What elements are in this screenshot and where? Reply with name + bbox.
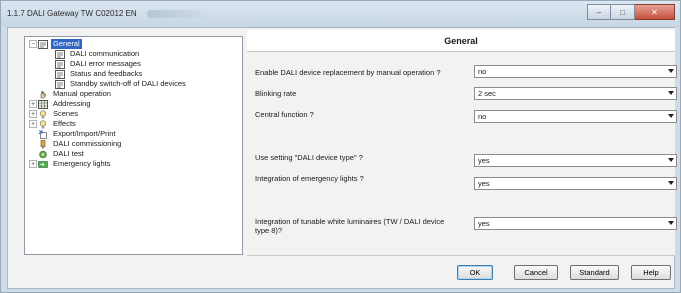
- tree-item-addressing[interactable]: + Addressing: [27, 99, 242, 109]
- tree-item-label: Addressing: [53, 99, 91, 108]
- tree-item-label: Export/Import/Print: [53, 129, 116, 138]
- parameter-panel: General Enable DALI device replacement b…: [247, 28, 677, 255]
- tree-item-label: DALI test: [53, 149, 84, 158]
- settings-page-icon: [55, 49, 65, 59]
- settings-page-icon: [55, 79, 65, 89]
- tree-item-label: DALI communication: [70, 49, 140, 58]
- test-icon: [38, 150, 48, 159]
- panel-title: General: [247, 30, 675, 52]
- param-value: yes: [478, 179, 490, 188]
- tree-item-label: General: [51, 39, 82, 49]
- commissioning-icon: [38, 139, 48, 149]
- grid-address-icon: [38, 99, 48, 109]
- general-settings-icon: [38, 39, 48, 49]
- tree-item-standby-switch-off[interactable]: Standby switch-off of DALI devices: [27, 79, 242, 89]
- ok-button[interactable]: OK: [457, 265, 493, 280]
- tree-item-label: Emergency lights: [53, 159, 111, 168]
- param-value: 2 sec: [478, 89, 496, 98]
- chevron-down-icon: [668, 221, 674, 225]
- title-bar[interactable]: 1.1.7 DALI Gateway TW C02012 EN – □ ✕: [1, 1, 680, 27]
- chevron-down-icon: [668, 158, 674, 162]
- window-title: 1.1.7 DALI Gateway TW C02012 EN: [7, 9, 137, 18]
- param-select[interactable]: yes: [474, 154, 677, 167]
- tree-item-dali-communication[interactable]: DALI communication: [27, 49, 242, 59]
- chevron-down-icon: [668, 181, 674, 185]
- expand-icon[interactable]: +: [29, 110, 37, 118]
- tree-item-label: Standby switch-off of DALI devices: [70, 79, 186, 88]
- maximize-button[interactable]: □: [611, 4, 635, 20]
- tree-item-label: Status and feedbacks: [70, 69, 143, 78]
- expand-icon[interactable]: +: [29, 100, 37, 108]
- tree-item-effects[interactable]: + Effects: [27, 119, 242, 129]
- tree-item-general[interactable]: − General: [27, 39, 242, 49]
- param-value: no: [478, 67, 487, 76]
- tree-item-export-import-print[interactable]: Export/Import/Print: [27, 129, 242, 139]
- param-label: Use setting "DALI device type" ?: [255, 153, 363, 162]
- param-label: Integration of emergency lights ?: [255, 174, 364, 183]
- close-button[interactable]: ✕: [635, 4, 675, 20]
- expand-icon[interactable]: +: [29, 160, 37, 168]
- minimize-button[interactable]: –: [587, 4, 611, 20]
- param-label: Enable DALI device replacement by manual…: [255, 68, 441, 77]
- chevron-down-icon: [668, 69, 674, 73]
- param-value: yes: [478, 156, 490, 165]
- tree-item-emergency-lights[interactable]: + Emergency lights: [27, 159, 242, 169]
- export-icon: [38, 130, 48, 139]
- tree-item-label: Scenes: [53, 109, 79, 118]
- param-value: no: [478, 112, 487, 121]
- tree-item-label: Effects: [53, 119, 76, 128]
- chevron-down-icon: [668, 91, 674, 95]
- help-button[interactable]: Help: [631, 265, 671, 280]
- lamp-icon: [38, 109, 48, 119]
- param-select[interactable]: yes: [474, 217, 677, 230]
- parameter-tree[interactable]: − General DALI communication DALI error …: [24, 36, 243, 255]
- tree-item-manual-operation[interactable]: Manual operation: [27, 89, 242, 99]
- param-select[interactable]: 2 sec: [474, 87, 677, 100]
- settings-page-icon: [55, 69, 65, 79]
- param-value: yes: [478, 219, 490, 228]
- param-label: Integration of tunable white luminaires …: [255, 217, 445, 235]
- settings-page-icon: [55, 59, 65, 69]
- tree-item-status-feedbacks[interactable]: Status and feedbacks: [27, 69, 242, 79]
- emergency-light-icon: [38, 160, 48, 169]
- title-blur: [147, 10, 209, 18]
- param-label: Blinking rate: [255, 89, 297, 98]
- dialog-client: − General DALI communication DALI error …: [7, 27, 677, 289]
- expand-icon[interactable]: +: [29, 120, 37, 128]
- tree-item-dali-error-messages[interactable]: DALI error messages: [27, 59, 242, 69]
- param-select[interactable]: no: [474, 110, 677, 123]
- tree-item-dali-commissioning[interactable]: DALI commissioning: [27, 139, 242, 149]
- tree-item-dali-test[interactable]: DALI test: [27, 149, 242, 159]
- param-label: Central function ?: [255, 110, 314, 119]
- dialog-window: 1.1.7 DALI Gateway TW C02012 EN – □ ✕ − …: [0, 0, 681, 293]
- param-select[interactable]: yes: [474, 177, 677, 190]
- tree-item-label: Manual operation: [53, 89, 111, 98]
- standard-button[interactable]: Standard: [570, 265, 619, 280]
- chevron-down-icon: [668, 114, 674, 118]
- collapse-icon[interactable]: −: [29, 40, 37, 48]
- tree-item-scenes[interactable]: + Scenes: [27, 109, 242, 119]
- tree-item-label: DALI error messages: [70, 59, 141, 68]
- tree-item-label: DALI commissioning: [53, 139, 122, 148]
- window-controls: – □ ✕: [587, 4, 675, 20]
- lamp-icon: [38, 119, 48, 129]
- hand-operation-icon: [38, 89, 48, 99]
- param-select[interactable]: no: [474, 65, 677, 78]
- cancel-button[interactable]: Cancel: [514, 265, 558, 280]
- footer-divider: [247, 255, 675, 256]
